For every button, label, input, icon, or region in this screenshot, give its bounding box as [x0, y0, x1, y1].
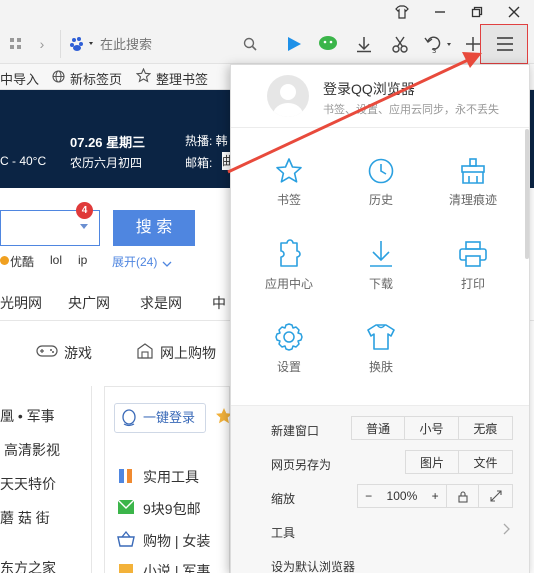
annotation-arrow — [227, 52, 482, 174]
